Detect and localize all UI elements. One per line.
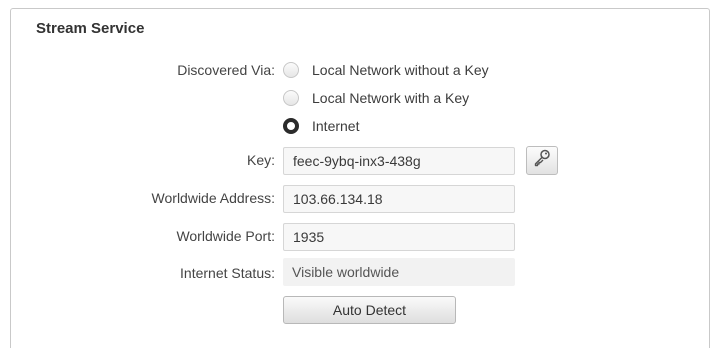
radio-button[interactable] bbox=[283, 62, 299, 78]
discovered-via-label: Discovered Via: bbox=[177, 62, 275, 78]
key-icon bbox=[532, 148, 552, 173]
internet-status-value: Visible worldwide bbox=[283, 258, 515, 286]
radio-option-local-network-without-key[interactable]: Local Network without a Key bbox=[283, 59, 489, 81]
internet-status-label: Internet Status: bbox=[180, 265, 275, 281]
radio-option-internet[interactable]: Internet bbox=[283, 115, 359, 137]
worldwide-address-input[interactable] bbox=[283, 185, 515, 213]
key-button[interactable] bbox=[526, 146, 558, 175]
radio-option-label: Local Network without a Key bbox=[312, 62, 489, 78]
radio-button[interactable] bbox=[283, 90, 299, 106]
auto-detect-button[interactable]: Auto Detect bbox=[283, 296, 456, 324]
worldwide-port-label: Worldwide Port: bbox=[176, 228, 275, 244]
key-input[interactable] bbox=[283, 147, 515, 175]
radio-option-label: Internet bbox=[312, 118, 360, 134]
radio-option-label: Local Network with a Key bbox=[312, 90, 470, 106]
radio-option-local-network-with-key[interactable]: Local Network with a Key bbox=[283, 87, 469, 109]
radio-button-selected[interactable] bbox=[283, 118, 299, 134]
key-label: Key: bbox=[246, 152, 275, 168]
section-title: Stream Service bbox=[36, 20, 145, 37]
worldwide-port-input[interactable] bbox=[283, 223, 515, 251]
worldwide-address-label: Worldwide Address: bbox=[151, 190, 275, 206]
